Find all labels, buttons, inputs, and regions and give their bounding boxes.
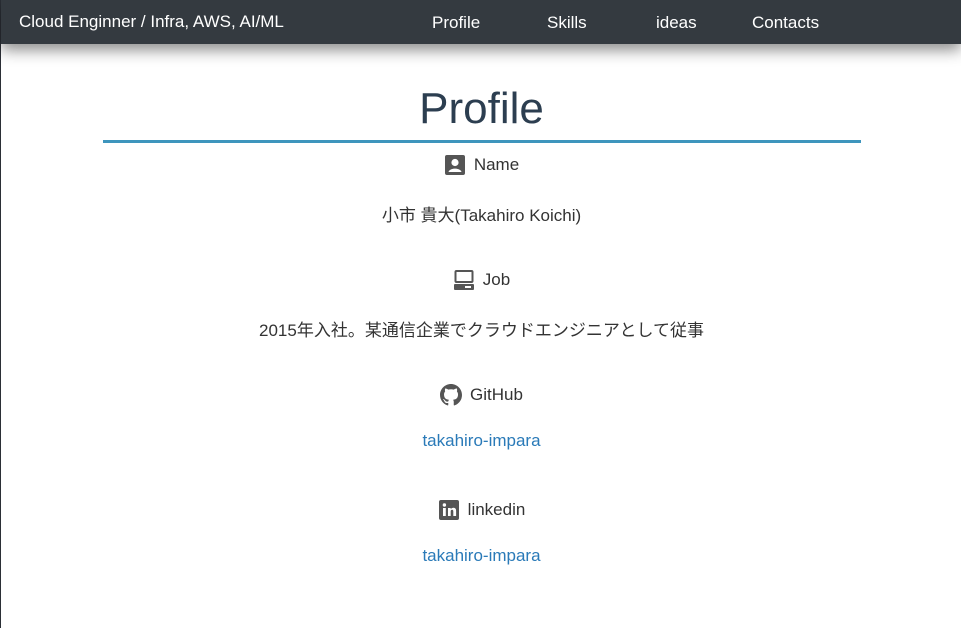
laptop-icon	[453, 269, 475, 291]
linkedin-label: linkedin	[467, 500, 526, 519]
contact-card-icon	[444, 154, 466, 176]
name-label: Name	[473, 155, 520, 174]
job-value: 2015年入社。某通信企業でクラウドエンジニアとして従事	[259, 321, 704, 340]
nav-link-ideas[interactable]: ideas	[656, 13, 697, 33]
title-underline	[103, 140, 861, 143]
nav-link-contacts[interactable]: Contacts	[752, 13, 819, 33]
page-title: Profile	[419, 84, 544, 133]
top-navbar: Cloud Enginner / Infra, AWS, AI/ML Profi…	[1, 0, 961, 44]
nav-link-skills[interactable]: Skills	[547, 13, 587, 33]
site-brand[interactable]: Cloud Enginner / Infra, AWS, AI/ML	[19, 12, 284, 32]
linkedin-link-row: takahiro-impara	[1, 546, 961, 566]
github-icon	[440, 384, 463, 406]
github-label: GitHub	[470, 385, 523, 404]
job-label: Job	[482, 270, 511, 289]
github-label-row: GitHub	[1, 384, 961, 406]
nav-link-profile[interactable]: Profile	[432, 13, 480, 33]
linkedin-label-row: linkedin	[1, 499, 961, 521]
linkedin-link[interactable]: takahiro-impara	[422, 546, 540, 565]
github-link-row: takahiro-impara	[1, 431, 961, 451]
name-label-row: Name	[1, 154, 961, 176]
github-link[interactable]: takahiro-impara	[422, 431, 540, 450]
name-value: 小市 貴大(Takahiro Koichi)	[381, 206, 582, 225]
job-label-row: Job	[1, 269, 961, 291]
linkedin-icon	[438, 499, 460, 521]
